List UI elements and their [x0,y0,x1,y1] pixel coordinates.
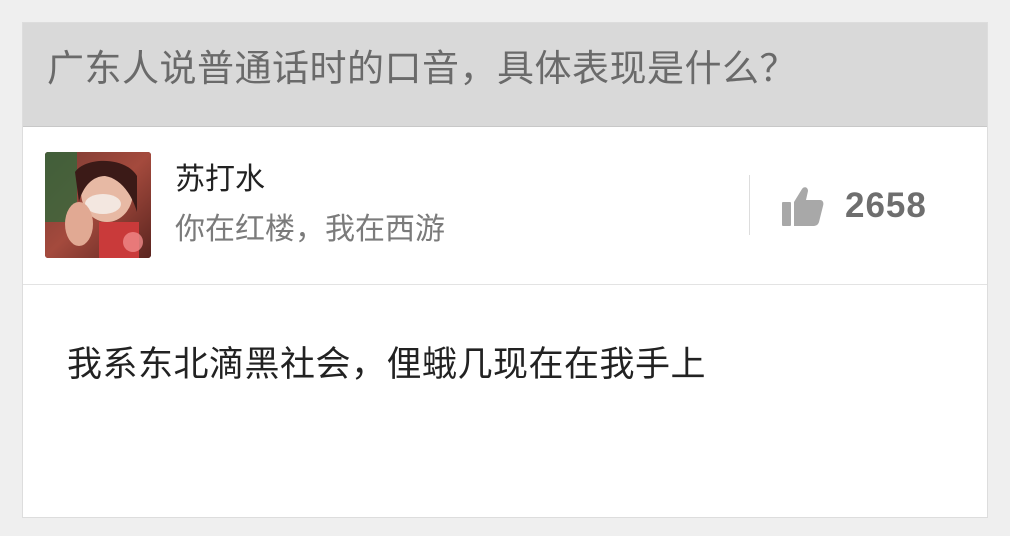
answer-content: 我系东北滴黑社会，俚蛾几现在在我手上 [23,285,987,517]
avatar[interactable] [45,152,151,258]
thumbs-up-icon [782,187,824,226]
like-button[interactable]: 2658 [781,181,927,231]
avatar-image [45,152,151,258]
question-title[interactable]: 广东人说普通话时的口音，具体表现是什么？ [47,45,797,93]
author-bio: 你在红楼，我在西游 [175,212,445,247]
question-header[interactable]: 广东人说普通话时的口音，具体表现是什么？ [23,23,987,127]
answer-text: 我系东北滴黑社会，俚蛾几现在在我手上 [67,345,707,385]
author-info: 苏打水 你在红楼，我在西游 2658 [23,127,987,285]
like-count: 2658 [845,186,927,225]
author-name[interactable]: 苏打水 [175,161,265,199]
answer-card: 广东人说普通话时的口音，具体表现是什么？ 苏打水 你在红楼，我在西游 2658 … [22,22,988,518]
vote-divider [749,175,750,235]
